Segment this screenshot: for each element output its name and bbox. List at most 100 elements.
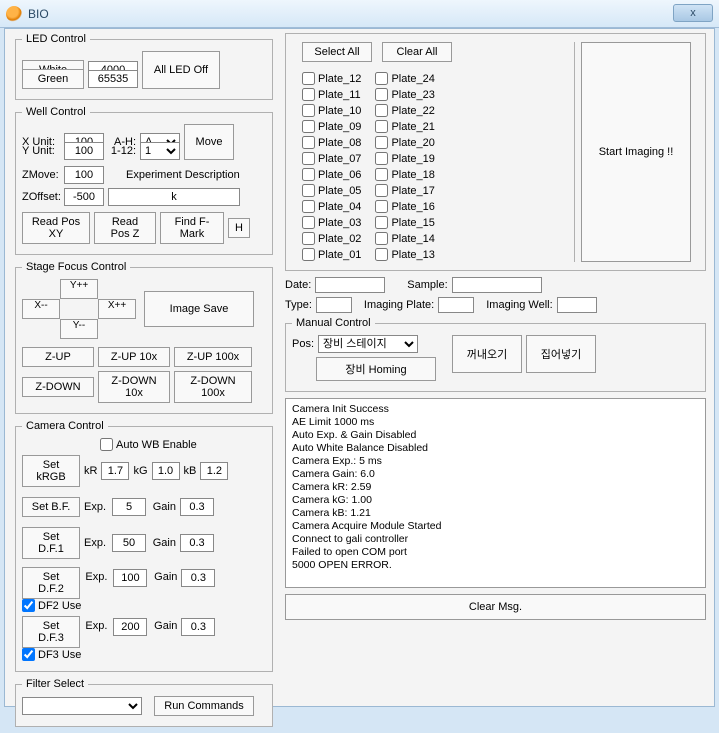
- clear-all-button[interactable]: Clear All: [382, 42, 452, 62]
- set-df3-button[interactable]: Set D.F.3: [22, 616, 80, 648]
- kb-input[interactable]: [200, 462, 228, 480]
- type-value: [316, 297, 352, 313]
- set-krgb-button[interactable]: Set kRGB: [22, 455, 80, 487]
- start-imaging-button[interactable]: Start Imaging !!: [581, 42, 691, 262]
- bf-gain-input[interactable]: [180, 498, 214, 516]
- read-pos-xy-button[interactable]: Read Pos XY: [22, 212, 90, 244]
- plate-checkbox[interactable]: Plate_08: [302, 136, 361, 149]
- plate-checkbox[interactable]: Plate_11: [302, 88, 361, 101]
- well-control-group: Well Control X Unit: A-H: A Move Y Unit:…: [15, 106, 273, 255]
- df3-gain-input[interactable]: [181, 618, 215, 636]
- y-minus-button[interactable]: Y--: [60, 319, 98, 339]
- exp-desc-input[interactable]: [108, 188, 240, 206]
- homing-button[interactable]: 장비 Homing: [316, 357, 436, 381]
- plate-checkbox[interactable]: Plate_21: [375, 120, 434, 133]
- window-body: LED Control White All LED Off Green Well…: [4, 28, 715, 707]
- plate-checkbox[interactable]: Plate_07: [302, 152, 361, 165]
- df1-exp-input[interactable]: [112, 534, 146, 552]
- yunit-input[interactable]: [64, 142, 104, 160]
- xy-jog-pad: Y++ X-- X++ Y--: [22, 279, 136, 339]
- set-df2-button[interactable]: Set D.F.2: [22, 567, 80, 599]
- z-up-100x-button[interactable]: Z-UP 100x: [174, 347, 252, 367]
- read-pos-z-button[interactable]: Read Pos Z: [94, 212, 156, 244]
- plate-checkbox[interactable]: Plate_02: [302, 232, 361, 245]
- df3-exp-input[interactable]: [113, 618, 147, 636]
- plate-checkbox[interactable]: Plate_22: [375, 104, 434, 117]
- window-title: BIO: [28, 7, 49, 21]
- plate-checkbox[interactable]: Plate_01: [302, 248, 361, 261]
- plate-checkbox[interactable]: Plate_14: [375, 232, 434, 245]
- plate-checkbox[interactable]: Plate_13: [375, 248, 434, 261]
- plate-checkbox[interactable]: Plate_09: [302, 120, 361, 133]
- well-legend: Well Control: [22, 106, 90, 118]
- find-fmark-button[interactable]: Find F-Mark: [160, 212, 224, 244]
- kr-label: kR: [84, 465, 97, 477]
- df1-gain-input[interactable]: [180, 534, 214, 552]
- x-plus-button[interactable]: X++: [98, 299, 136, 319]
- df2-gain-input[interactable]: [181, 569, 215, 587]
- z-down-10x-button[interactable]: Z-DOWN 10x: [98, 371, 170, 403]
- select-all-button[interactable]: Select All: [302, 42, 372, 62]
- plate-checkbox[interactable]: Plate_10: [302, 104, 361, 117]
- plate-checkbox[interactable]: Plate_16: [375, 200, 434, 213]
- insert-button[interactable]: 집어넣기: [526, 335, 596, 373]
- stage-legend: Stage Focus Control: [22, 261, 130, 273]
- filter-select[interactable]: [22, 697, 142, 715]
- eject-button[interactable]: 꺼내오기: [452, 335, 522, 373]
- z-up-10x-button[interactable]: Z-UP 10x: [98, 347, 170, 367]
- kr-input[interactable]: [101, 462, 129, 480]
- y-plus-button[interactable]: Y++: [60, 279, 98, 299]
- plate-checkbox[interactable]: Plate_15: [375, 216, 434, 229]
- bf-gain-label: Gain: [150, 501, 176, 513]
- filter-select-group: Filter Select Run Commands: [15, 678, 273, 727]
- date-value: [315, 277, 385, 293]
- plate-checkbox[interactable]: Plate_18: [375, 168, 434, 181]
- plate-checkbox[interactable]: Plate_12: [302, 72, 361, 85]
- df2-gain-label: Gain: [151, 571, 177, 583]
- zoffset-input[interactable]: [64, 188, 104, 206]
- z-down-button[interactable]: Z-DOWN: [22, 377, 94, 397]
- manual-control-group: Manual Control Pos: 장비 스테이지 장비 Homing 꺼내…: [285, 317, 706, 392]
- h-button[interactable]: H: [228, 218, 250, 238]
- close-button[interactable]: x: [673, 4, 713, 22]
- imaging-plate-label: Imaging Plate:: [364, 299, 434, 311]
- df2-use-checkbox[interactable]: DF2 Use: [22, 599, 81, 612]
- df2-exp-label: Exp.: [85, 571, 109, 583]
- plate-checkbox[interactable]: Plate_17: [375, 184, 434, 197]
- image-save-button[interactable]: Image Save: [144, 291, 254, 327]
- plate-checkbox[interactable]: Plate_05: [302, 184, 361, 197]
- zmove-label: ZMove:: [22, 169, 60, 181]
- plate-checkbox[interactable]: Plate_03: [302, 216, 361, 229]
- auto-wb-checkbox[interactable]: Auto WB Enable: [100, 438, 197, 451]
- green-value-input[interactable]: [88, 70, 138, 88]
- plate-checkbox[interactable]: Plate_23: [375, 88, 434, 101]
- run-commands-button[interactable]: Run Commands: [154, 696, 254, 716]
- imaging-well-value: [557, 297, 597, 313]
- app-icon: [6, 6, 22, 22]
- plate-checkbox[interactable]: Plate_06: [302, 168, 361, 181]
- move-button[interactable]: Move: [184, 124, 234, 160]
- df3-use-checkbox[interactable]: DF3 Use: [22, 648, 81, 661]
- plate-checkbox[interactable]: Plate_04: [302, 200, 361, 213]
- df3-exp-label: Exp.: [85, 620, 109, 632]
- df2-exp-input[interactable]: [113, 569, 147, 587]
- z-down-100x-button[interactable]: Z-DOWN 100x: [174, 371, 252, 403]
- n112-label: 1-12:: [108, 145, 136, 157]
- clear-msg-button[interactable]: Clear Msg.: [285, 594, 706, 620]
- plate-checkbox[interactable]: Plate_24: [375, 72, 434, 85]
- plate-checkbox[interactable]: Plate_20: [375, 136, 434, 149]
- z-up-button[interactable]: Z-UP: [22, 347, 94, 367]
- zmove-input[interactable]: [64, 166, 104, 184]
- green-button[interactable]: Green: [22, 69, 84, 89]
- x-minus-button[interactable]: X--: [22, 299, 60, 319]
- bf-exp-input[interactable]: [112, 498, 146, 516]
- kg-label: kG: [133, 465, 147, 477]
- all-led-off-button[interactable]: All LED Off: [142, 51, 220, 89]
- set-bf-button[interactable]: Set B.F.: [22, 497, 80, 517]
- n112-select[interactable]: 1: [140, 142, 180, 160]
- set-df1-button[interactable]: Set D.F.1: [22, 527, 80, 559]
- kg-input[interactable]: [152, 462, 180, 480]
- pos-select[interactable]: 장비 스테이지: [318, 335, 418, 353]
- camera-control-group: Camera Control Auto WB Enable Set kRGB k…: [15, 420, 273, 672]
- plate-checkbox[interactable]: Plate_19: [375, 152, 434, 165]
